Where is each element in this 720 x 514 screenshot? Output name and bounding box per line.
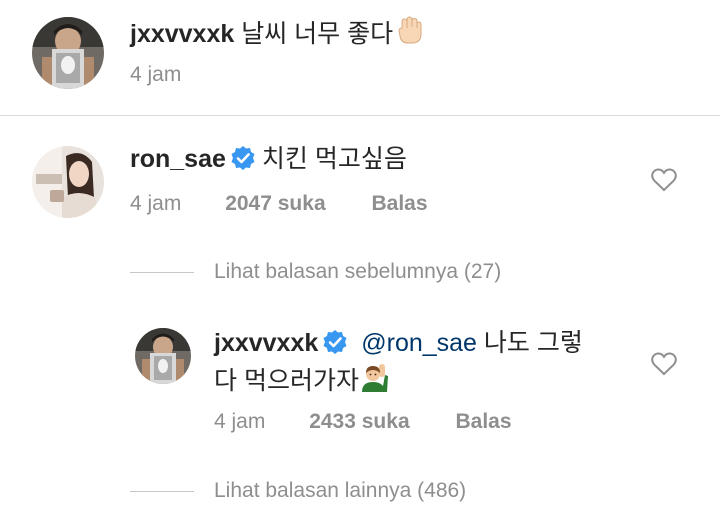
view-more-replies-label[interactable]: Lihat balasan lainnya (486) (214, 479, 466, 503)
reply-username[interactable]: jxxvvxxk (214, 329, 318, 357)
reply-line-divider (130, 490, 194, 492)
avatar[interactable] (135, 328, 191, 384)
reply-body-line1: 나도 그렇 (483, 329, 583, 357)
comment-username[interactable]: ron_sae (130, 145, 226, 173)
reply-text-line2: 다 먹으러가자 (214, 361, 391, 401)
reply-button[interactable]: Balas (371, 192, 427, 215)
comment-meta: 4 jam 2047 suka Balas (130, 192, 428, 216)
divider (0, 115, 720, 116)
reply-time: 4 jam (214, 410, 266, 433)
verified-badge-icon (230, 145, 256, 179)
heart-outline-icon[interactable] (651, 352, 677, 376)
heart-outline-icon[interactable] (651, 168, 677, 192)
reply-meta: 4 jam 2433 suka Balas (214, 410, 512, 434)
likes-count[interactable]: 2047 suka (225, 192, 325, 215)
comment-time: 4 jam (130, 63, 182, 86)
comment-username[interactable]: jxxvvxxk (130, 20, 234, 48)
comment-body: 날씨 너무 좋다 (241, 20, 394, 48)
view-previous-replies[interactable]: Lihat balasan sebelumnya (27) (130, 260, 501, 284)
reply-text: jxxvvxxk @ron_sae 나도 그렇 (214, 327, 583, 363)
view-previous-replies-label[interactable]: Lihat balasan sebelumnya (27) (214, 260, 501, 284)
avatar[interactable] (32, 17, 104, 89)
reply-line-divider (130, 271, 194, 273)
mention-link[interactable]: @ron_sae (361, 329, 477, 357)
comment-text: ron_sae 치킨 먹고싶음 (130, 143, 407, 179)
verified-badge-icon (322, 329, 348, 363)
reply-body-line2: 다 먹으러가자 (214, 367, 359, 395)
avatar[interactable] (32, 146, 104, 218)
raised-fist-emoji (393, 14, 425, 54)
comment-time: 4 jam (130, 192, 182, 215)
reply-button[interactable]: Balas (455, 410, 511, 433)
person-raising-hand-emoji (359, 361, 391, 401)
comment-text: jxxvvxxk 날씨 너무 좋다 (130, 14, 425, 54)
view-more-replies[interactable]: Lihat balasan lainnya (486) (130, 479, 466, 503)
likes-count[interactable]: 2433 suka (309, 410, 409, 433)
comment-body: 치킨 먹고싶음 (261, 145, 407, 173)
